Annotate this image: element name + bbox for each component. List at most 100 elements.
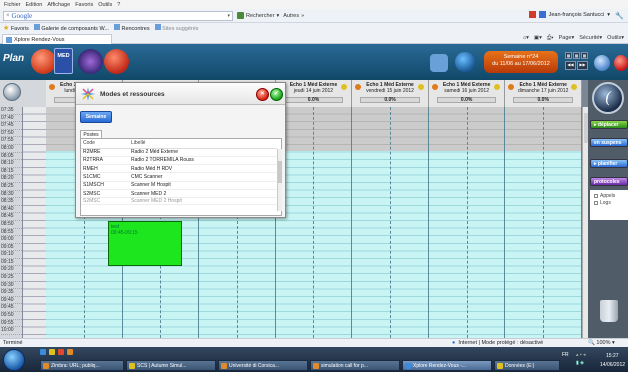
day-header[interactable]: Echo 1 Méd Externe samedi 16 juin 2012 0.0… <box>428 80 506 107</box>
close-icon[interactable]: × <box>6 13 10 19</box>
power-icon[interactable] <box>614 55 628 71</box>
fav-item-sites[interactable]: Sites suggérés <box>154 24 199 32</box>
appointment-block[interactable]: test 09:45-09:15 <box>108 221 182 266</box>
table-row[interactable]: S2MSC Scanner MED 2 <box>81 189 277 199</box>
favorites-button[interactable]: ★ Favoris <box>3 24 29 32</box>
autres-button[interactable]: Autres» <box>283 13 304 19</box>
tray-icons[interactable]: ▴ ▪ ◂ <box>576 352 586 358</box>
day-column[interactable] <box>352 107 429 338</box>
fav-item-galerie[interactable]: Galerie de composants W... <box>33 24 109 32</box>
plan-logo: Plan <box>3 53 25 64</box>
dialog-ok-button[interactable]: ✓ <box>270 88 283 101</box>
menu-item-fichier[interactable]: Fichier <box>4 2 21 8</box>
user-area[interactable]: Jean-françois Santucci ▾ <box>528 11 610 18</box>
day-header[interactable]: Echo 1 Méd Externe jeudi 14 juin 2012 0.0% <box>275 80 353 107</box>
print-icon[interactable]: ⎙▾ <box>547 35 554 42</box>
table-row[interactable]: R2TRRA Radio 2 TORREMILA Rouss <box>81 156 277 166</box>
chevron-down-icon[interactable]: ▾ <box>227 13 230 19</box>
menu-item-help[interactable]: ? <box>117 2 120 8</box>
rechercher-button[interactable]: Rechercher ▾ <box>237 12 279 19</box>
table-scrollbar[interactable] <box>277 149 282 211</box>
med-button[interactable]: MED <box>54 48 73 74</box>
globe-icon[interactable] <box>455 52 475 72</box>
media-icon[interactable] <box>58 349 64 355</box>
refresh-icon[interactable] <box>104 49 129 74</box>
star-icon: ★ <box>3 25 10 32</box>
feeds-icon[interactable]: ▣▾ <box>534 35 542 42</box>
outils-menu[interactable]: Outils▾ <box>607 35 624 42</box>
app-icon <box>129 362 135 369</box>
taskbar-item[interactable]: Xplore Rendez-Vous -... <box>402 360 492 371</box>
day-header[interactable]: Echo 1 Méd Externe dimanche 17 juin 2012 0… <box>505 80 582 107</box>
securite-menu[interactable]: Sécurité▾ <box>579 35 602 42</box>
day-header[interactable]: Echo 1 Méd Externe vendredi 15 juin 2012 0… <box>352 80 429 107</box>
clock-time[interactable]: 15:27 <box>606 353 619 359</box>
time-label: 07:40 <box>1 115 22 123</box>
menu-item-favoris[interactable]: Favoris <box>75 2 93 8</box>
grid-icon[interactable]: ▦ <box>581 52 588 59</box>
semaine-button[interactable]: Semaine <box>80 111 112 123</box>
time-label: 09:30 <box>1 282 22 290</box>
app-toolbar: Plan MED Semaine n°24 du 11/06 au 17/06/… <box>0 44 628 80</box>
time-label: 09:20 <box>1 266 22 275</box>
taskbar-item[interactable]: Université di Corsica... <box>218 360 308 371</box>
taskbar-item[interactable]: SCS | Autumn Simul... <box>126 360 216 371</box>
scroll-thumb[interactable] <box>278 161 282 183</box>
record-icon[interactable] <box>31 49 56 74</box>
taskbar-item[interactable]: simulation call for p... <box>310 360 400 371</box>
table-row[interactable]: RMEH Radio Méd H RDV <box>81 164 277 174</box>
planifier-button[interactable]: ▸ planifier <box>590 159 628 168</box>
en-suspens-button[interactable]: en suspens <box>590 138 628 147</box>
google-search-box[interactable]: × Google ▾ <box>3 10 233 21</box>
menu-item-edition[interactable]: Edition <box>26 2 43 8</box>
security-zone[interactable]: ● Internet | Mode protégé : désactivé <box>452 340 543 346</box>
wrench-icon[interactable]: 🔧 <box>615 12 624 20</box>
clock-icon[interactable] <box>3 83 21 101</box>
taskbar-item[interactable]: Données (E:) <box>494 360 560 371</box>
day-column[interactable] <box>428 107 506 338</box>
page-menu[interactable]: Page▾ <box>559 35 575 42</box>
ie-icon[interactable] <box>40 349 46 355</box>
table-row[interactable]: S2MSC Scanner MED 2 Hospit <box>81 197 277 206</box>
folder-icon[interactable] <box>49 349 55 355</box>
postes-table-container: Code Libellé R2MRE Radio 2 Méd Externe R2T… <box>80 138 282 216</box>
screen-icon[interactable] <box>430 54 448 72</box>
column-header-code[interactable]: Code <box>81 139 129 149</box>
clock-date[interactable]: 14/06/2012 <box>600 362 625 368</box>
appels-checkbox[interactable]: Appels <box>594 193 615 199</box>
table-row[interactable]: S1CMC CMC Scanner <box>81 172 277 182</box>
prev-week-icon[interactable]: ◀◀ <box>565 61 576 70</box>
cell-libelle: Scanner M Hospit <box>129 181 277 191</box>
deplacer-button[interactable]: ▸ déplacer <box>590 120 628 129</box>
week-selector[interactable]: Semaine n°24 du 11/06 au 17/06/2012 <box>484 51 558 73</box>
network-icon[interactable]: ▮ ◈ <box>576 360 584 366</box>
fav-item-rencontres[interactable]: Rencontres <box>113 24 150 32</box>
firefox-icon[interactable] <box>67 349 73 355</box>
protocoles-button[interactable]: protocoles <box>590 177 628 186</box>
help-icon[interactable] <box>594 55 610 71</box>
home-icon[interactable]: ⌂▾ <box>523 35 529 42</box>
time-label: 08:20 <box>1 175 22 183</box>
dialog-close-button[interactable]: × <box>256 88 269 101</box>
column-header-libelle[interactable]: Libellé <box>129 139 277 149</box>
time-label: 08:30 <box>1 191 22 199</box>
gears-icon[interactable] <box>78 49 103 74</box>
menu-item-outils[interactable]: Outils <box>98 2 112 8</box>
language-indicator[interactable]: FR <box>562 352 569 358</box>
menu-item-affichage[interactable]: Affichage <box>47 2 70 8</box>
tab-xplore[interactable]: Xplore Rendez-Vous <box>2 34 112 44</box>
logs-checkbox[interactable]: Logs <box>594 200 611 206</box>
trash-icon[interactable] <box>600 300 618 322</box>
next-week-icon[interactable]: ▶▶ <box>577 61 588 70</box>
globe-icon: ● <box>452 340 456 346</box>
taskbar-item[interactable]: Zimbra: URL; publiq... <box>40 360 124 371</box>
day-column[interactable] <box>275 107 353 338</box>
grid-icon[interactable]: ▦ <box>573 52 580 59</box>
zoom-level[interactable]: 🔍 100% ▾ <box>588 340 615 346</box>
grid-icon[interactable]: ▦ <box>565 52 572 59</box>
table-row[interactable]: S1MSCH Scanner M Hospit <box>81 181 277 191</box>
time-label: 09:10 <box>1 251 22 259</box>
day-column[interactable] <box>505 107 582 338</box>
start-button[interactable] <box>3 349 25 371</box>
table-row[interactable]: R2MRE Radio 2 Méd Externe <box>81 148 277 157</box>
